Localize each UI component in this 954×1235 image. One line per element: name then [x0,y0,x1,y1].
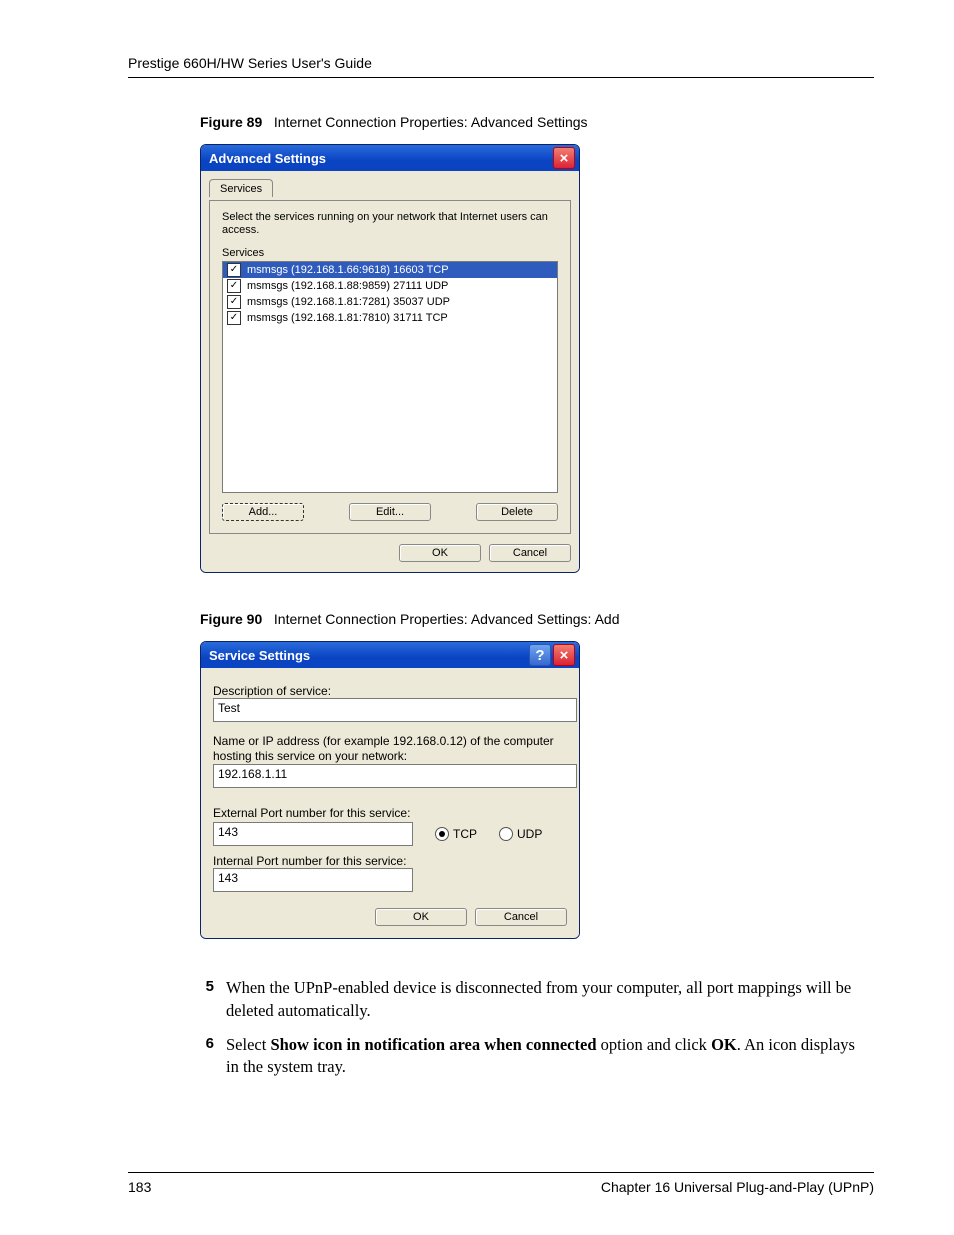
external-port-input[interactable]: 143 [213,822,413,846]
step-number: 5 [200,977,214,1022]
text-bold: Show icon in notification area when conn… [270,1035,596,1054]
add-button[interactable]: Add... [222,503,304,521]
figure-89-number: Figure 89 [200,114,262,130]
tab-services[interactable]: Services [209,179,273,197]
dialog-title: Service Settings [209,648,527,663]
radio-label: UDP [517,827,542,841]
step-text: Select Show icon in notification area wh… [226,1034,864,1079]
cancel-button[interactable]: Cancel [489,544,571,562]
step-6: 6 Select Show icon in notification area … [200,1034,864,1079]
help-icon[interactable]: ? [529,644,551,666]
services-group-label: Services [222,247,558,259]
list-item-label: msmsgs (192.168.1.81:7281) 35037 UDP [247,296,450,308]
figure-90-caption: Figure 90 Internet Connection Properties… [200,611,864,627]
chapter-label: Chapter 16 Universal Plug-and-Play (UPnP… [601,1179,874,1195]
radio-label: TCP [453,827,477,841]
page-footer: 183 Chapter 16 Universal Plug-and-Play (… [128,1172,874,1195]
list-item-label: msmsgs (192.168.1.88:9859) 27111 UDP [247,280,448,292]
list-item[interactable]: ✓ msmsgs (192.168.1.81:7281) 35037 UDP [223,294,557,310]
services-listbox[interactable]: ✓ msmsgs (192.168.1.66:9618) 16603 TCP ✓… [222,261,558,493]
description-input[interactable]: Test [213,698,577,722]
step-number: 6 [200,1034,214,1079]
external-port-label: External Port number for this service: [213,806,567,820]
list-item-label: msmsgs (192.168.1.66:9618) 16603 TCP [247,264,449,276]
figure-90-title: Internet Connection Properties: Advanced… [274,611,620,627]
dialog-title: Advanced Settings [209,151,551,166]
list-item[interactable]: ✓ msmsgs (192.168.1.66:9618) 16603 TCP [223,262,557,278]
instruction-text: Select the services running on your netw… [222,211,558,237]
text-fragment: Select [226,1035,270,1054]
step-list: 5 When the UPnP-enabled device is discon… [200,977,864,1078]
checkbox-icon[interactable]: ✓ [227,279,241,293]
internal-port-input[interactable]: 143 [213,868,413,892]
radio-icon [499,827,513,841]
step-text: When the UPnP-enabled device is disconne… [226,977,864,1022]
ok-button[interactable]: OK [375,908,467,926]
page-number: 183 [128,1179,151,1195]
delete-button[interactable]: Delete [476,503,558,521]
figure-89-title: Internet Connection Properties: Advanced… [274,114,588,130]
running-header: Prestige 660H/HW Series User's Guide [128,55,874,78]
advanced-settings-dialog: Advanced Settings × Services Select the … [200,144,580,573]
description-label: Description of service: [213,684,567,698]
titlebar[interactable]: Advanced Settings × [201,145,579,171]
text-fragment: option and click [597,1035,712,1054]
edit-button[interactable]: Edit... [349,503,431,521]
step-5: 5 When the UPnP-enabled device is discon… [200,977,864,1022]
list-item[interactable]: ✓ msmsgs (192.168.1.88:9859) 27111 UDP [223,278,557,294]
close-icon[interactable]: × [553,644,575,666]
text-bold: OK [711,1035,737,1054]
checkbox-icon[interactable]: ✓ [227,311,241,325]
close-icon[interactable]: × [553,147,575,169]
radio-icon [435,827,449,841]
protocol-tcp-radio[interactable]: TCP [435,827,477,841]
checkbox-icon[interactable]: ✓ [227,295,241,309]
list-item[interactable]: ✓ msmsgs (192.168.1.81:7810) 31711 TCP [223,310,557,326]
checkbox-icon[interactable]: ✓ [227,263,241,277]
ok-button[interactable]: OK [399,544,481,562]
service-settings-dialog: Service Settings ? × Description of serv… [200,641,580,939]
list-item-label: msmsgs (192.168.1.81:7810) 31711 TCP [247,312,448,324]
figure-89-caption: Figure 89 Internet Connection Properties… [200,114,864,130]
titlebar[interactable]: Service Settings ? × [201,642,579,668]
cancel-button[interactable]: Cancel [475,908,567,926]
figure-90-number: Figure 90 [200,611,262,627]
internal-port-label: Internal Port number for this service: [213,854,567,868]
protocol-udp-radio[interactable]: UDP [499,827,542,841]
ip-input[interactable]: 192.168.1.11 [213,764,577,788]
ip-label: Name or IP address (for example 192.168.… [213,734,567,764]
